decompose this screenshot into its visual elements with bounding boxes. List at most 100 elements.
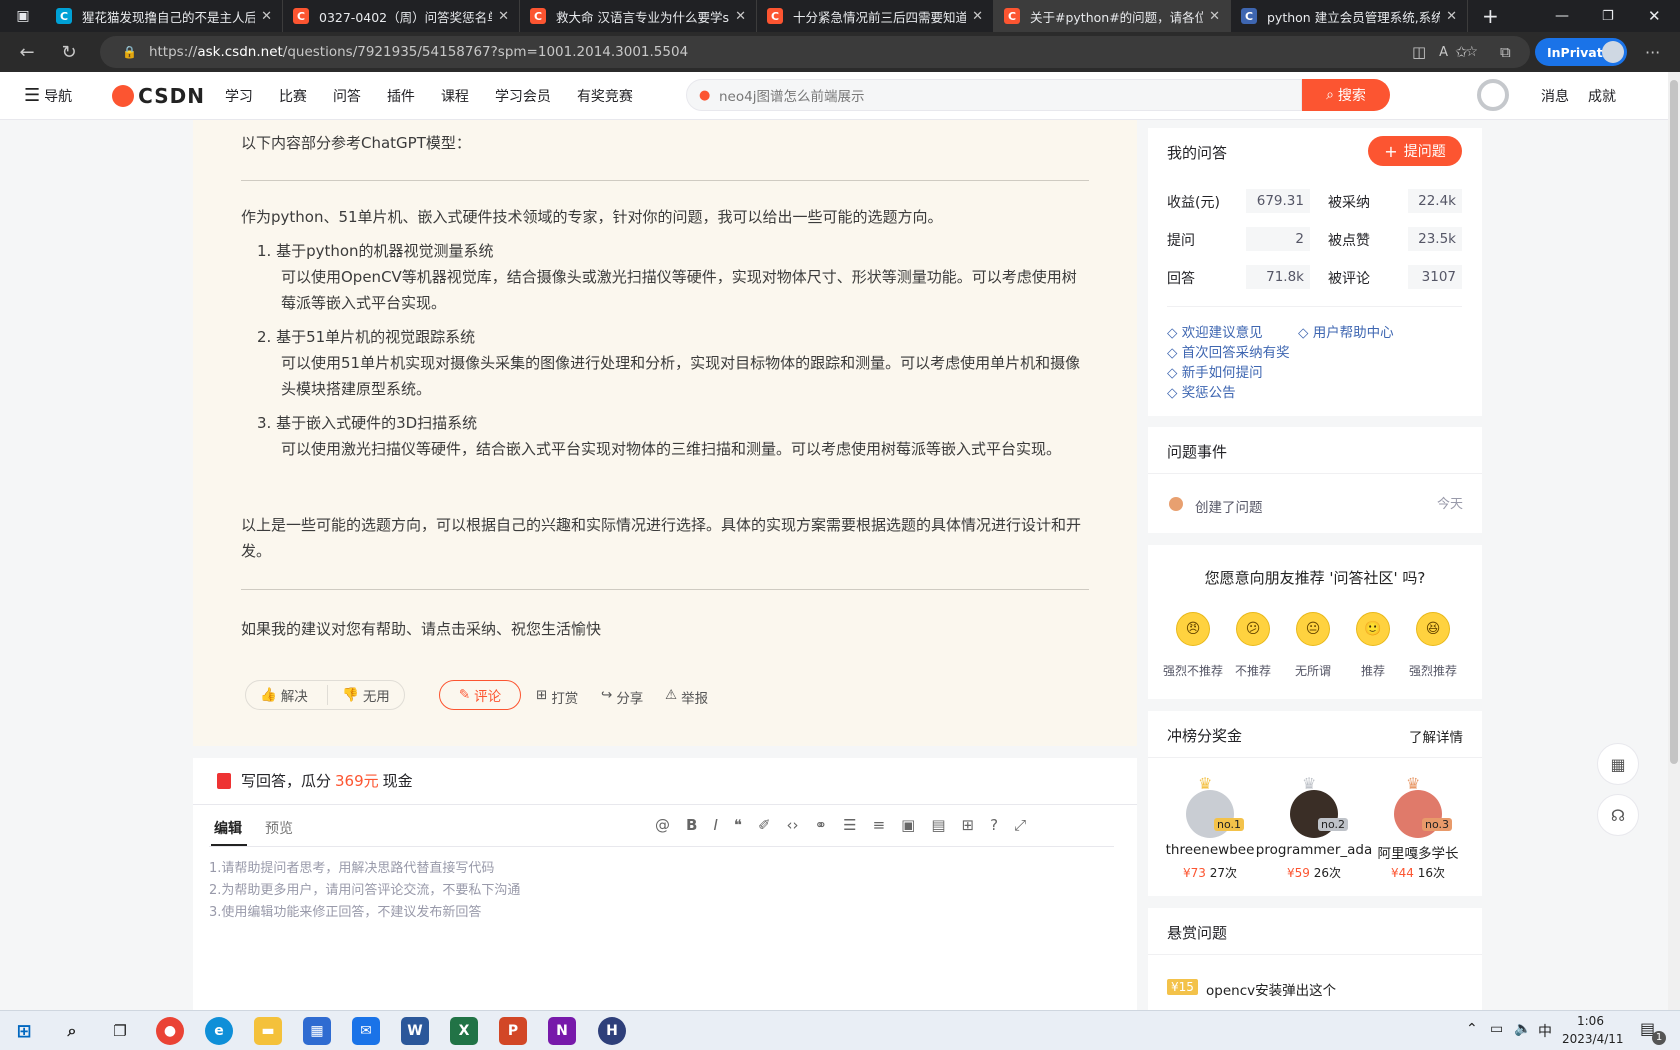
solve-button[interactable]: 👍 解决 bbox=[246, 685, 328, 705]
read-aloud-icon[interactable]: A bbox=[1439, 45, 1448, 60]
tab-close-icon[interactable]: ✕ bbox=[261, 9, 272, 24]
onenote-icon[interactable]: N bbox=[548, 1017, 576, 1045]
clock-time[interactable]: 1:06 bbox=[1577, 1014, 1604, 1028]
more-menu-icon[interactable]: ··· bbox=[1645, 43, 1660, 62]
fullscreen-icon[interactable]: ⤢ bbox=[1014, 816, 1026, 834]
tray-chevron-icon[interactable]: ⌃ bbox=[1466, 1021, 1478, 1037]
header-nav-link[interactable]: 课程 bbox=[441, 86, 469, 106]
app-icon[interactable]: H bbox=[598, 1017, 626, 1045]
taskbar-search-icon[interactable]: ⌕ bbox=[58, 1017, 86, 1045]
browser-tab[interactable]: C 十分紧急情况前三后四需要知道吗... ✕ bbox=[757, 0, 994, 32]
tab-preview[interactable]: 预览 bbox=[265, 818, 293, 838]
word-icon[interactable]: W bbox=[401, 1017, 429, 1045]
code-icon[interactable]: ‹› bbox=[787, 816, 799, 834]
tab-close-icon[interactable]: ✕ bbox=[1209, 9, 1220, 24]
unlikely-emoji-icon[interactable]: 😕 bbox=[1236, 612, 1270, 646]
italic-icon[interactable]: I bbox=[713, 816, 717, 834]
bounty-question-link[interactable]: opencv安装弹出这个 bbox=[1206, 979, 1336, 999]
address-bar[interactable]: 🔒 https://ask.csdn.net/questions/7921935… bbox=[100, 36, 1530, 68]
browser-tab[interactable]: C 关于#python#的问题，请各位专... ✕ bbox=[994, 0, 1231, 32]
editor-textarea[interactable]: 1.请帮助提问者思考，用解决思路代替直接写代码 2.为帮助更多用户，请用问答评论… bbox=[209, 858, 1114, 998]
header-nav-link[interactable]: 有奖竞赛 bbox=[577, 86, 633, 106]
menu-icon[interactable]: ☰ bbox=[24, 85, 40, 106]
edge-icon[interactable]: e bbox=[205, 1017, 233, 1045]
file-explorer-icon[interactable]: ▬ bbox=[254, 1017, 282, 1045]
leader-entry[interactable]: ♛ no.3 阿里嘎多学长 ¥44 16次 bbox=[1376, 774, 1460, 883]
tab-close-icon[interactable]: ✕ bbox=[1446, 9, 1457, 24]
report-button[interactable]: ⚠ 举报 bbox=[665, 687, 708, 707]
chrome-icon[interactable]: ● bbox=[156, 1017, 184, 1045]
header-nav-link[interactable]: 比赛 bbox=[279, 86, 307, 106]
help-link[interactable]: ◇ 欢迎建议意见 bbox=[1167, 321, 1263, 341]
stat-value[interactable]: 22.4k bbox=[1408, 189, 1462, 213]
stat-value[interactable]: 71.8k bbox=[1246, 265, 1310, 289]
neutral-emoji-icon[interactable]: 😐 bbox=[1296, 612, 1330, 646]
header-link-achievements[interactable]: 成就 bbox=[1588, 86, 1616, 106]
browser-tab[interactable]: Cpython 建立会员管理系统,系统具... ✕ bbox=[1231, 0, 1468, 32]
help-link[interactable]: ◇ 首次回答采纳有奖 bbox=[1167, 341, 1290, 361]
bold-icon[interactable]: B bbox=[686, 816, 697, 834]
help-link[interactable]: ◇ 新手如何提问 bbox=[1167, 361, 1263, 381]
header-link-messages[interactable]: 消息 bbox=[1541, 86, 1569, 106]
collections-icon[interactable]: ⧉ bbox=[1500, 43, 1511, 61]
card-icon[interactable]: ▤ bbox=[931, 816, 945, 834]
leader-entry[interactable]: ♛ no.1 threenewbee ¥73 27次 bbox=[1166, 774, 1255, 883]
search-button[interactable]: ⌕ 搜索 bbox=[1302, 79, 1390, 111]
split-screen-icon[interactable]: ◫ bbox=[1412, 43, 1426, 61]
mail-icon[interactable]: ✉ bbox=[352, 1017, 380, 1045]
window-restore-icon[interactable]: ❐ bbox=[1602, 9, 1614, 24]
ime-indicator[interactable]: 中 bbox=[1538, 1021, 1552, 1041]
stat-value[interactable]: 2 bbox=[1246, 227, 1310, 251]
comment-button[interactable]: ✎ 评论 bbox=[439, 680, 521, 710]
scrollbar-thumb[interactable] bbox=[1670, 80, 1678, 764]
header-nav-link[interactable]: 插件 bbox=[387, 86, 415, 106]
very-unlikely-emoji-icon[interactable]: 😠 bbox=[1176, 612, 1210, 646]
browser-tab[interactable]: C 猩花猫发现撸自己的不是主人后... ✕ bbox=[46, 0, 283, 32]
help-icon[interactable]: ? bbox=[990, 816, 998, 834]
leader-entry[interactable]: ♛ no.2 programmer_ada ¥59 26次 bbox=[1256, 774, 1373, 883]
window-minimize-icon[interactable]: — bbox=[1555, 8, 1569, 24]
nav-label[interactable]: 导航 bbox=[44, 86, 72, 106]
likely-emoji-icon[interactable]: 🙂 bbox=[1356, 612, 1390, 646]
inprivate-badge[interactable]: InPrivate bbox=[1535, 38, 1627, 66]
link-icon[interactable]: ⚭ bbox=[815, 816, 828, 834]
network-icon[interactable]: ▭ bbox=[1490, 1021, 1503, 1037]
tab-close-icon[interactable]: ✕ bbox=[972, 9, 983, 24]
header-nav-link[interactable]: 学习会员 bbox=[495, 86, 551, 106]
reward-button[interactable]: ⊞ 打赏 bbox=[536, 687, 578, 707]
qrcode-icon[interactable]: ▦ bbox=[1597, 743, 1639, 785]
help-link[interactable]: ◇ 用户帮助中心 bbox=[1298, 321, 1394, 341]
customer-service-icon[interactable]: ☊ bbox=[1597, 794, 1639, 836]
mention-icon[interactable]: @ bbox=[655, 816, 670, 834]
browser-tab[interactable]: C 0327-0402（周）问答奖惩名单公... ✕ bbox=[283, 0, 520, 32]
help-link[interactable]: ◇ 奖惩公告 bbox=[1167, 381, 1236, 401]
stat-value[interactable]: 3107 bbox=[1408, 265, 1462, 289]
window-close-icon[interactable]: ✕ bbox=[1648, 7, 1661, 25]
refresh-icon[interactable]: ↻ bbox=[54, 42, 84, 63]
numbered-list-icon[interactable]: ≡ bbox=[873, 816, 886, 834]
tab-close-icon[interactable]: ✕ bbox=[498, 9, 509, 24]
tab-actions-icon[interactable]: ▣ bbox=[0, 0, 46, 32]
tab-edit[interactable]: 编辑 bbox=[214, 818, 242, 838]
highlight-icon[interactable]: ✐ bbox=[758, 816, 771, 834]
new-tab-button[interactable]: + bbox=[1482, 4, 1499, 28]
stat-value[interactable]: 679.31 bbox=[1246, 189, 1310, 213]
favorites-icon[interactable]: ✩ bbox=[1455, 43, 1468, 61]
stat-value[interactable]: 23.5k bbox=[1408, 227, 1462, 251]
search-input[interactable]: ● neo4j图谱怎么前端展示 bbox=[686, 79, 1302, 111]
quote-icon[interactable]: ❝ bbox=[734, 816, 742, 834]
bullet-list-icon[interactable]: ☰ bbox=[843, 816, 856, 834]
back-icon[interactable]: ← bbox=[12, 42, 42, 63]
volume-icon[interactable]: 🔈 bbox=[1514, 1021, 1531, 1037]
table-icon[interactable]: ⊞ bbox=[962, 816, 975, 834]
page-scrollbar[interactable] bbox=[1668, 72, 1680, 1010]
store-icon[interactable]: ▦ bbox=[303, 1017, 331, 1045]
tab-close-icon[interactable]: ✕ bbox=[735, 9, 746, 24]
user-avatar[interactable] bbox=[1477, 79, 1509, 111]
powerpoint-icon[interactable]: P bbox=[499, 1017, 527, 1045]
useless-button[interactable]: 👎 无用 bbox=[328, 685, 390, 705]
windows-start-icon[interactable]: ⊞ bbox=[10, 1017, 38, 1045]
task-view-icon[interactable]: ❐ bbox=[106, 1017, 134, 1045]
image-icon[interactable]: ▣ bbox=[901, 816, 915, 834]
share-button[interactable]: ↪ 分享 bbox=[601, 687, 643, 707]
